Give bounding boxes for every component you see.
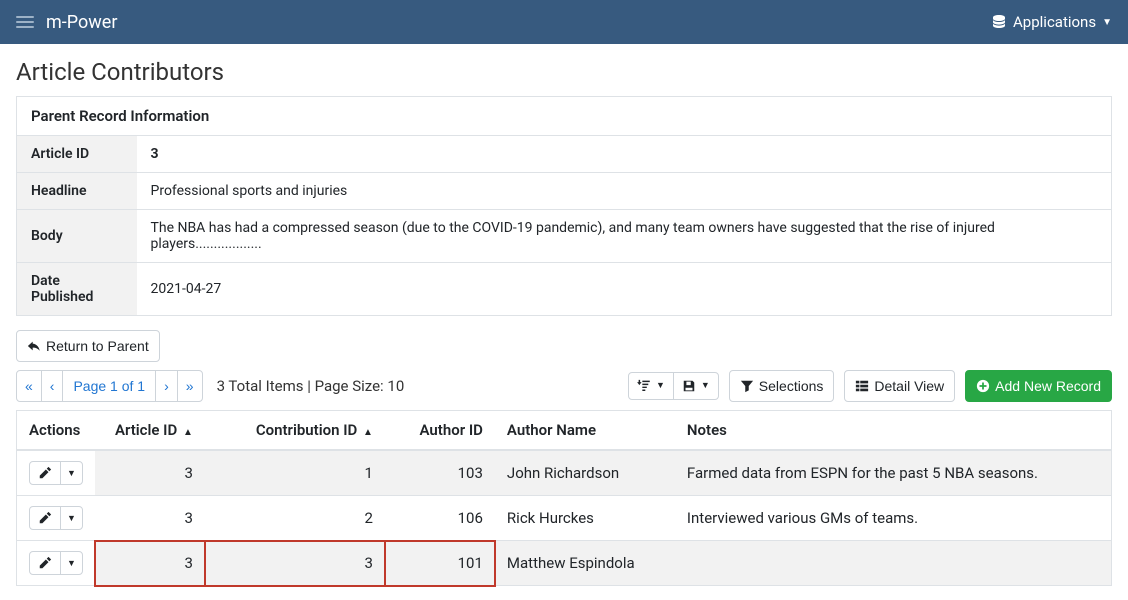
caret-down-icon: ▼ (656, 380, 665, 392)
cell-contribution-id: 1 (205, 450, 385, 496)
parent-value-body: The NBA has had a compressed season (due… (137, 210, 1112, 263)
toolbar-right: ▼ ▼ Selections Detail View (628, 370, 1112, 402)
plus-circle-icon (976, 379, 990, 393)
row-more-button[interactable]: ▼ (60, 551, 83, 575)
brand-label: m-Power (46, 12, 117, 33)
col-notes[interactable]: Notes (675, 411, 1112, 451)
detail-view-button[interactable]: Detail View (844, 370, 955, 402)
edit-row-button[interactable] (29, 551, 61, 575)
pager-prev-button[interactable]: ‹ (41, 370, 64, 402)
selections-label: Selections (759, 377, 824, 395)
pager-last-button[interactable]: » (177, 370, 203, 402)
cell-notes: Interviewed various GMs of teams. (675, 496, 1112, 541)
edit-icon (38, 466, 52, 480)
caret-down-icon: ▼ (701, 380, 710, 392)
toolbar-left: « ‹ Page 1 of 1 › » 3 Total Items | Page… (16, 370, 404, 402)
caret-down-icon: ▼ (67, 468, 76, 480)
col-author-name[interactable]: Author Name (495, 411, 675, 451)
col-contribution-id[interactable]: Contribution ID ▲ (205, 411, 385, 451)
cell-author-id: 101 (385, 541, 495, 586)
sort-options-button[interactable]: ▼ (628, 372, 674, 400)
cell-author-name: John Richardson (495, 450, 675, 496)
sort-asc-icon: ▲ (183, 427, 193, 438)
return-to-parent-label: Return to Parent (46, 337, 149, 355)
applications-label: Applications (1013, 13, 1096, 31)
database-icon (991, 14, 1007, 30)
add-new-record-button[interactable]: Add New Record (965, 370, 1112, 402)
edit-row-button[interactable] (29, 461, 61, 485)
parent-section-title: Parent Record Information (17, 97, 1112, 136)
save-export-button[interactable]: ▼ (673, 372, 719, 400)
cell-author-name: Matthew Espindola (495, 541, 675, 586)
toolbar: « ‹ Page 1 of 1 › » 3 Total Items | Page… (16, 370, 1112, 402)
table-row: ▼33101Matthew Espindola (17, 541, 1112, 586)
cell-notes (675, 541, 1112, 586)
cell-contribution-id: 2 (205, 496, 385, 541)
cell-contribution-id: 3 (205, 541, 385, 586)
cell-author-id: 103 (385, 450, 495, 496)
parent-record-table: Parent Record Information Article ID 3 H… (16, 96, 1112, 316)
row-actions-cell: ▼ (17, 541, 95, 586)
reply-icon (27, 339, 41, 353)
contributors-table: Actions Article ID ▲ Contribution ID ▲ A… (16, 410, 1112, 586)
row-more-button[interactable]: ▼ (60, 461, 83, 485)
caret-down-icon: ▼ (67, 558, 76, 570)
cell-article-id: 3 (95, 450, 205, 496)
applications-dropdown[interactable]: Applications ▼ (991, 13, 1112, 31)
table-row: ▼ 31103John RichardsonFarmed data from ES… (17, 450, 1112, 496)
sort-icon (637, 379, 651, 393)
row-actions-cell: ▼ (17, 450, 95, 496)
sort-asc-icon: ▲ (363, 427, 373, 438)
caret-down-icon: ▼ (1102, 17, 1112, 28)
save-icon (682, 379, 696, 393)
parent-label-headline: Headline (17, 173, 137, 210)
parent-value-headline: Professional sports and injuries (137, 173, 1112, 210)
menu-toggle-icon[interactable] (16, 16, 34, 28)
parent-label-body: Body (17, 210, 137, 263)
pager-status: 3 Total Items | Page Size: 10 (213, 377, 405, 395)
col-actions: Actions (17, 411, 95, 451)
page-title: Article Contributors (16, 58, 1112, 86)
detail-view-label: Detail View (874, 377, 944, 395)
parent-label-date: Date Published (17, 263, 137, 316)
row-actions-cell: ▼ (17, 496, 95, 541)
row-more-button[interactable]: ▼ (60, 506, 83, 530)
return-to-parent-button[interactable]: Return to Parent (16, 330, 160, 362)
cell-author-id: 106 (385, 496, 495, 541)
cell-notes: Farmed data from ESPN for the past 5 NBA… (675, 450, 1112, 496)
pager-first-button[interactable]: « (16, 370, 42, 402)
navbar-left: m-Power (16, 12, 117, 33)
filter-icon (740, 379, 754, 393)
pager: « ‹ Page 1 of 1 › » (16, 370, 203, 402)
cell-article-id: 3 (95, 496, 205, 541)
view-options-group: ▼ ▼ (628, 372, 719, 400)
parent-value-article-id: 3 (137, 136, 1112, 173)
col-author-id[interactable]: Author ID (385, 411, 495, 451)
edit-icon (38, 556, 52, 570)
pager-next-button[interactable]: › (155, 370, 178, 402)
col-article-id[interactable]: Article ID ▲ (95, 411, 205, 451)
table-row: ▼ 32106Rick HurckesInterviewed various GM… (17, 496, 1112, 541)
parent-label-article-id: Article ID (17, 136, 137, 173)
edit-icon (38, 511, 52, 525)
caret-down-icon: ▼ (67, 513, 76, 525)
list-icon (855, 379, 869, 393)
parent-value-date: 2021-04-27 (137, 263, 1112, 316)
cell-author-name: Rick Hurckes (495, 496, 675, 541)
add-new-record-label: Add New Record (995, 377, 1101, 395)
edit-row-button[interactable] (29, 506, 61, 530)
pager-page-button[interactable]: Page 1 of 1 (62, 370, 156, 402)
navbar: m-Power Applications ▼ (0, 0, 1128, 44)
cell-article-id: 3 (95, 541, 205, 586)
selections-button[interactable]: Selections (729, 370, 835, 402)
